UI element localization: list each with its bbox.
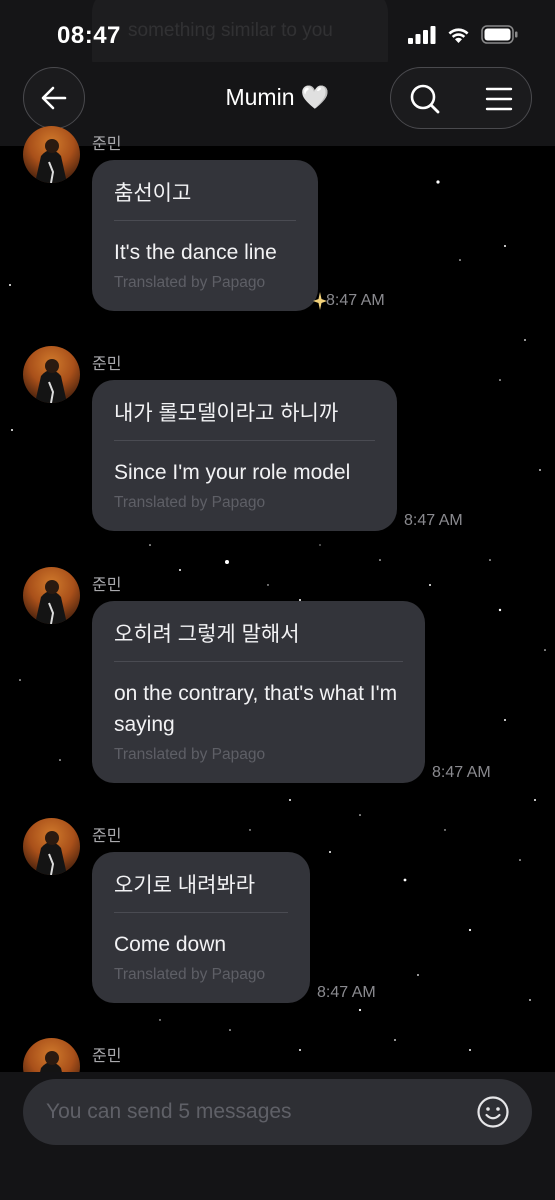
divider: [114, 220, 296, 221]
menu-icon: [485, 87, 513, 111]
divider: [114, 440, 375, 441]
avatar[interactable]: [23, 567, 80, 624]
chat-header: Mumin 🤍: [0, 62, 555, 146]
message-input-placeholder: You can send 5 messages: [46, 1100, 292, 1123]
message-bubble[interactable]: 오히려 그렇게 말해서 on the contrary, that's what…: [92, 601, 425, 783]
sparkle-icon: [313, 292, 327, 310]
translated-by-label: Translated by Papago: [114, 274, 266, 291]
divider: [114, 661, 403, 662]
translated-text: on the contrary, that's what I'm saying: [114, 682, 398, 736]
ghost-message-text: something similar to you: [128, 20, 333, 41]
sender-name: 준민: [92, 828, 122, 845]
emoji-button[interactable]: [476, 1095, 510, 1134]
status-time: 08:47: [57, 22, 121, 49]
message-time: 8:47 AM: [326, 292, 385, 309]
battery-icon: [481, 25, 518, 44]
translated-text: It's the dance line: [114, 241, 277, 264]
original-text: 오기로 내려봐라: [114, 874, 256, 897]
translated-by-label: Translated by Papago: [114, 494, 266, 511]
avatar[interactable]: [23, 346, 80, 403]
avatar[interactable]: [23, 126, 80, 183]
composer-bar: You can send 5 messages: [0, 1072, 555, 1200]
search-button[interactable]: [408, 82, 442, 116]
message-input[interactable]: You can send 5 messages: [23, 1079, 532, 1145]
sender-name: 준민: [92, 577, 122, 594]
wifi-icon: [448, 27, 469, 43]
sender-name: 준민: [92, 1048, 122, 1065]
divider: [114, 912, 288, 913]
sender-name: 준민: [92, 136, 122, 153]
emoji-icon: [477, 1096, 509, 1128]
original-text: 춤선이고: [114, 182, 192, 205]
message-time: 8:47 AM: [432, 764, 491, 781]
status-bar: something similar to you 08:47: [0, 0, 555, 62]
menu-button[interactable]: [482, 82, 516, 116]
header-actions: [390, 67, 532, 129]
avatar[interactable]: [23, 818, 80, 875]
message-time: 8:47 AM: [317, 984, 376, 1001]
sender-name: 준민: [92, 356, 122, 373]
original-text: 내가 롤모델이라고 하니까: [114, 402, 339, 425]
original-text: 오히려 그렇게 말해서: [114, 623, 300, 646]
signal-icon: [408, 25, 436, 44]
translated-by-label: Translated by Papago: [114, 966, 266, 983]
translated-text: Come down: [114, 933, 227, 956]
translated-by-label: Translated by Papago: [114, 746, 266, 763]
message-bubble[interactable]: 내가 롤모델이라고 하니까 Since I'm your role model …: [92, 380, 397, 531]
message-time: 8:47 AM: [404, 512, 463, 529]
search-icon: [410, 84, 440, 114]
message-bubble[interactable]: 오기로 내려봐라 Come down Translated by Papago: [92, 852, 310, 1003]
translated-text: Since I'm your role model: [114, 461, 351, 484]
message-bubble[interactable]: 춤선이고 It's the dance line Translated by P…: [92, 160, 318, 311]
